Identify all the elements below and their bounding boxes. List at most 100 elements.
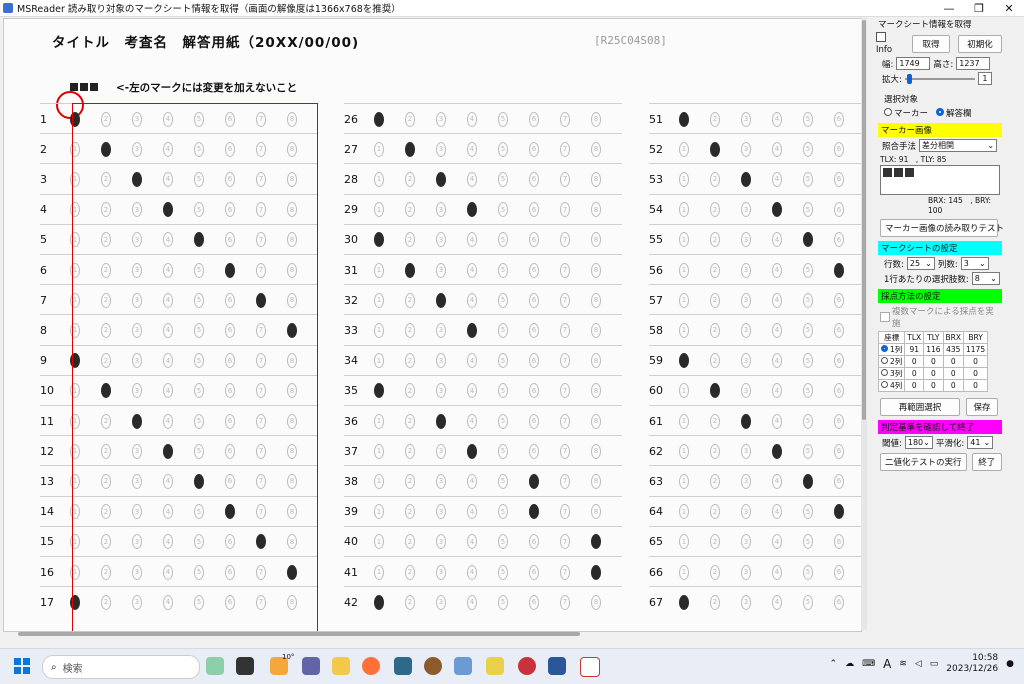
volume-icon[interactable]: ◁ — [915, 659, 922, 669]
rows-select[interactable]: 25 ⌄ — [906, 257, 935, 270]
cols-select[interactable]: 3 ⌄ — [960, 257, 989, 270]
answer-bubble: 8 — [591, 232, 601, 248]
close-button[interactable]: ✕ — [994, 0, 1024, 16]
answer-bubble: 4 — [467, 292, 477, 308]
app-icon-4[interactable] — [486, 657, 504, 675]
answer-bubble: 7 — [560, 262, 570, 278]
keyboard-icon[interactable]: ⌨ — [862, 659, 875, 669]
criteria-header: 判定基準を確認して終了 — [878, 420, 1002, 434]
height-field[interactable]: 1237 — [956, 57, 991, 70]
cloud-icon[interactable]: ☁ — [845, 659, 854, 669]
selection-rectangle[interactable] — [72, 103, 318, 631]
finish-button[interactable]: 終了 — [971, 453, 1002, 471]
answer-bubble: 4 — [467, 111, 477, 127]
rows-label: 行数: — [884, 259, 904, 270]
reselect-button[interactable]: 再範囲選択 — [880, 398, 960, 416]
taskbar-search[interactable]: ⌕ 検索 — [42, 655, 200, 679]
answer-bubble: 2 — [710, 473, 720, 489]
question-number: 6 — [40, 263, 47, 277]
answer-bubble — [710, 383, 720, 399]
answer-bubble: 2 — [405, 564, 415, 580]
answer-bubble: 1 — [679, 383, 689, 399]
marker-preview — [880, 165, 1000, 195]
horizontal-scrollbar[interactable] — [18, 632, 580, 636]
question-number: 13 — [40, 474, 54, 488]
height-label: 高さ: — [933, 59, 954, 70]
task-view-icon[interactable] — [236, 657, 254, 675]
teams-icon[interactable] — [302, 657, 320, 675]
answer-bubble: 1 — [679, 413, 689, 429]
answer-bubble: 5 — [498, 564, 508, 580]
width-field[interactable]: 1749 — [896, 57, 931, 70]
answer-bubble: 2 — [405, 232, 415, 248]
question-number: 55 — [649, 233, 663, 247]
explorer-icon[interactable] — [332, 657, 350, 675]
wifi-icon[interactable]: ≋ — [899, 659, 907, 669]
answer-bubble — [591, 564, 601, 580]
answer-bubble: 4 — [772, 111, 782, 127]
answer-bubble: 2 — [710, 594, 720, 610]
sheet-code: [R25C04S08] — [594, 34, 667, 47]
coordinate-row[interactable]: 4列 0 0 0 0 — [877, 379, 989, 392]
answer-bubble: 6 — [529, 443, 539, 459]
answer-bubble: 5 — [498, 504, 508, 520]
answer-row: 592345678 — [649, 344, 861, 376]
zoom-field[interactable]: 1 — [977, 72, 992, 85]
sheet-viewer[interactable]: タイトル 考査名 解答用紙（20XX/00/00) [R25C04S08] <-… — [3, 18, 862, 632]
radio-answer[interactable]: 解答欄 — [936, 107, 972, 119]
minimize-button[interactable]: — — [934, 0, 964, 16]
answer-bubble: 8 — [591, 202, 601, 218]
choices-select[interactable]: 8 ⌄ — [971, 272, 1000, 285]
answer-bubble: 3 — [436, 262, 446, 278]
msreader-icon[interactable] — [580, 657, 600, 677]
smooth-select[interactable]: 41 ⌄ — [967, 436, 994, 449]
app-icon-5[interactable] — [518, 657, 536, 675]
ime-indicator[interactable]: A — [883, 657, 891, 671]
coordinate-row[interactable]: 3列 0 0 0 0 — [877, 367, 989, 380]
marker-test-button[interactable]: マーカー画像の読み取りテスト — [880, 219, 1004, 237]
answer-bubble — [741, 413, 751, 429]
threshold-select[interactable]: 180 ⌄ — [904, 436, 933, 449]
word-icon[interactable] — [548, 657, 566, 675]
answer-bubble: 6 — [834, 473, 844, 489]
multi-mark-checkbox[interactable]: 複数マークによる採点を実施 — [880, 305, 1002, 329]
answer-bubble: 3 — [741, 111, 751, 127]
answer-bubble — [374, 232, 384, 248]
start-icon[interactable] — [14, 658, 30, 674]
firefox-icon[interactable] — [362, 657, 380, 675]
answer-bubble: 1 — [374, 322, 384, 338]
app-icon-2[interactable] — [424, 657, 442, 675]
question-number: 30 — [344, 233, 358, 247]
notification-icon[interactable]: ● — [1006, 659, 1014, 669]
question-number: 28 — [344, 172, 358, 186]
info-checkbox[interactable]: Info — [876, 32, 904, 55]
save-button[interactable]: 保存 — [966, 398, 998, 416]
clock[interactable]: 10:58 2023/12/26 — [946, 653, 998, 675]
zoom-slider[interactable] — [904, 73, 975, 84]
question-number: 2 — [40, 142, 47, 156]
answer-row: 33 1 2 3 5 6 7 8 — [344, 314, 622, 345]
answer-bubble: 3 — [436, 202, 446, 218]
app-icon-3[interactable] — [454, 657, 472, 675]
coordinate-row[interactable]: 2列 0 0 0 0 — [877, 355, 989, 368]
answer-bubble: 6 — [834, 534, 844, 550]
get-button[interactable]: 取得 — [912, 34, 951, 53]
maximize-button[interactable]: ❐ — [964, 0, 994, 16]
question-number: 67 — [649, 595, 663, 609]
chevron-up-icon[interactable]: ⌃ — [830, 659, 838, 669]
coordinate-row[interactable]: 1列 91 116 435 1175 — [877, 343, 989, 356]
copilot-icon[interactable] — [206, 657, 224, 675]
answer-bubble: 6 — [529, 232, 539, 248]
app-icon-1[interactable] — [394, 657, 412, 675]
radio-marker[interactable]: マーカー — [884, 107, 928, 119]
answer-bubble: 1 — [374, 473, 384, 489]
binarize-test-button[interactable]: 二値化テストの実行 — [880, 453, 967, 471]
answer-bubble: 2 — [710, 353, 720, 369]
scroll-thumb[interactable] — [862, 20, 866, 420]
vertical-scrollbar[interactable] — [861, 18, 867, 630]
init-button[interactable]: 初期化 — [958, 34, 1002, 53]
match-select[interactable]: 差分相関 ⌄ — [919, 139, 998, 152]
answer-bubble: 7 — [560, 383, 570, 399]
battery-icon[interactable]: ▭ — [930, 659, 939, 669]
answer-column: 5123456785213456785312456785412356785512… — [649, 103, 861, 631]
